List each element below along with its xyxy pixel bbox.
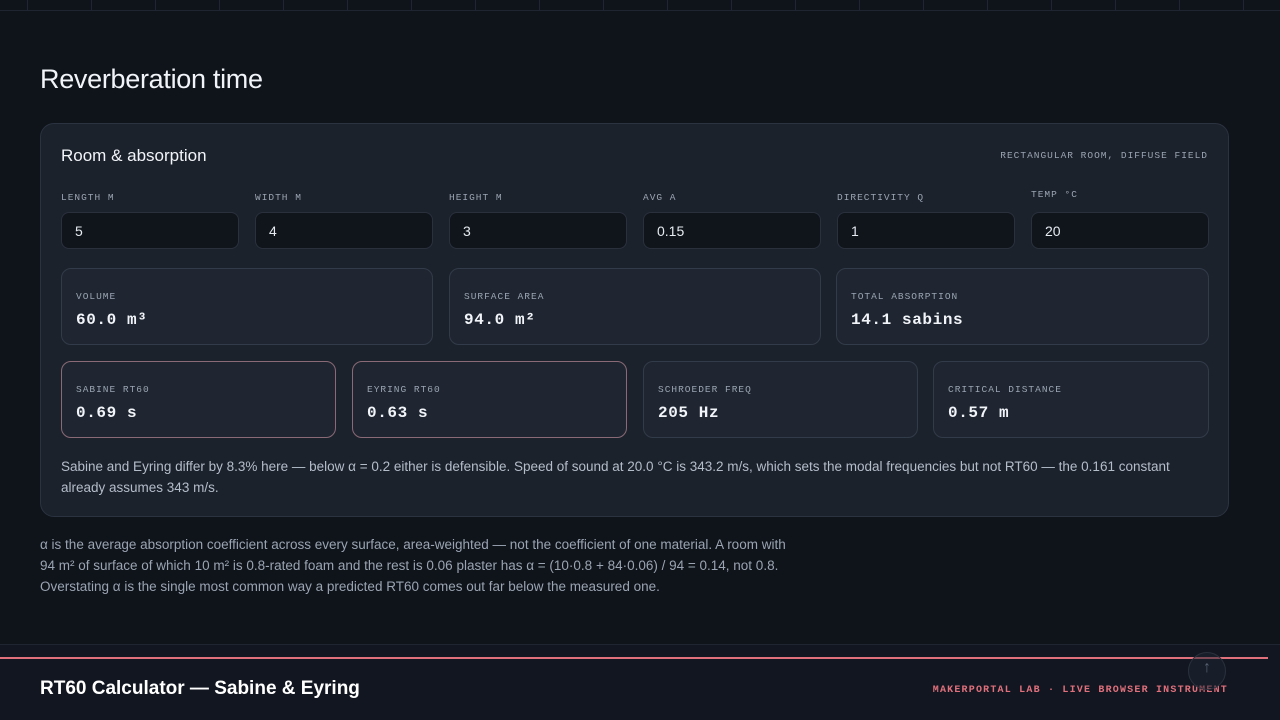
height-label: HEIGHT M bbox=[449, 192, 503, 203]
schroeder-freq-stat: SCHROEDER FREQ 205 Hz bbox=[643, 361, 918, 438]
schroeder-freq-label: SCHROEDER FREQ bbox=[658, 384, 752, 395]
temp-field: TEMP °C bbox=[1031, 189, 1209, 249]
width-field: WIDTH M bbox=[255, 192, 433, 249]
eyring-rt60-value: 0.63 s bbox=[367, 404, 429, 422]
surface-area-label: SURFACE AREA bbox=[464, 291, 545, 302]
volume-value: 60.0 m³ bbox=[76, 311, 148, 329]
footer-accent-line bbox=[0, 657, 1268, 659]
avg-alpha-label: AVG Α bbox=[643, 192, 677, 203]
directivity-label: DIRECTIVITY Q bbox=[837, 192, 925, 203]
sabine-rt60-label: SABINE RT60 bbox=[76, 384, 150, 395]
total-absorption-label: TOTAL ABSORPTION bbox=[851, 291, 959, 302]
avg-alpha-field: AVG Α bbox=[643, 192, 821, 249]
surface-area-value: 94.0 m² bbox=[464, 311, 536, 329]
temp-label: TEMP °C bbox=[1031, 189, 1078, 200]
height-field: HEIGHT M bbox=[449, 192, 627, 249]
page-title: Reverberation time bbox=[40, 64, 263, 94]
critical-distance-label: CRITICAL DISTANCE bbox=[948, 384, 1062, 395]
temp-input[interactable] bbox=[1031, 212, 1209, 249]
critical-distance-value: 0.57 m bbox=[948, 404, 1010, 422]
schroeder-freq-value: 205 Hz bbox=[658, 404, 720, 422]
comparison-note: Sabine and Eyring differ by 8.3% here — … bbox=[61, 459, 1170, 495]
surface-area-stat: SURFACE AREA 94.0 m² bbox=[449, 268, 821, 345]
width-input[interactable] bbox=[255, 212, 433, 249]
length-field: LENGTH M bbox=[61, 192, 239, 249]
height-input[interactable] bbox=[449, 212, 627, 249]
footer-title: RT60 Calculator — Sabine & Eyring bbox=[40, 678, 360, 699]
total-absorption-value: 14.1 sabins bbox=[851, 311, 964, 329]
sabine-rt60-stat: SABINE RT60 0.69 s bbox=[61, 361, 336, 438]
scroll-to-top-button[interactable]: ↑ bbox=[1188, 652, 1226, 690]
volume-stat: VOLUME 60.0 m³ bbox=[61, 268, 433, 345]
footer: RT60 Calculator — Sabine & Eyring MAKERP… bbox=[0, 644, 1280, 720]
length-input[interactable] bbox=[61, 212, 239, 249]
room-absorption-card: Room & absorption RECTANGULAR ROOM, DIFF… bbox=[40, 123, 1229, 517]
directivity-field: DIRECTIVITY Q bbox=[837, 192, 1015, 249]
avg-alpha-input[interactable] bbox=[643, 212, 821, 249]
footer-tag: MAKERPORTAL LAB · LIVE BROWSER INSTRUMEN… bbox=[932, 685, 1228, 696]
alpha-footnote: α is the average absorption coefficient … bbox=[40, 537, 786, 594]
arrow-up-icon: ↑ bbox=[1203, 659, 1211, 676]
sabine-rt60-value: 0.69 s bbox=[76, 404, 138, 422]
critical-distance-stat: CRITICAL DISTANCE 0.57 m bbox=[933, 361, 1209, 438]
total-absorption-stat: TOTAL ABSORPTION 14.1 sabins bbox=[836, 268, 1209, 345]
width-label: WIDTH M bbox=[255, 192, 302, 203]
length-label: LENGTH M bbox=[61, 192, 115, 203]
card-title: Room & absorption bbox=[61, 146, 207, 165]
directivity-input[interactable] bbox=[837, 212, 1015, 249]
volume-label: VOLUME bbox=[76, 291, 117, 302]
card-tag: RECTANGULAR ROOM, DIFFUSE FIELD bbox=[1000, 150, 1208, 161]
eyring-rt60-stat: EYRING RT60 0.63 s bbox=[352, 361, 627, 438]
top-grid-decoration bbox=[0, 0, 1280, 11]
eyring-rt60-label: EYRING RT60 bbox=[367, 384, 441, 395]
